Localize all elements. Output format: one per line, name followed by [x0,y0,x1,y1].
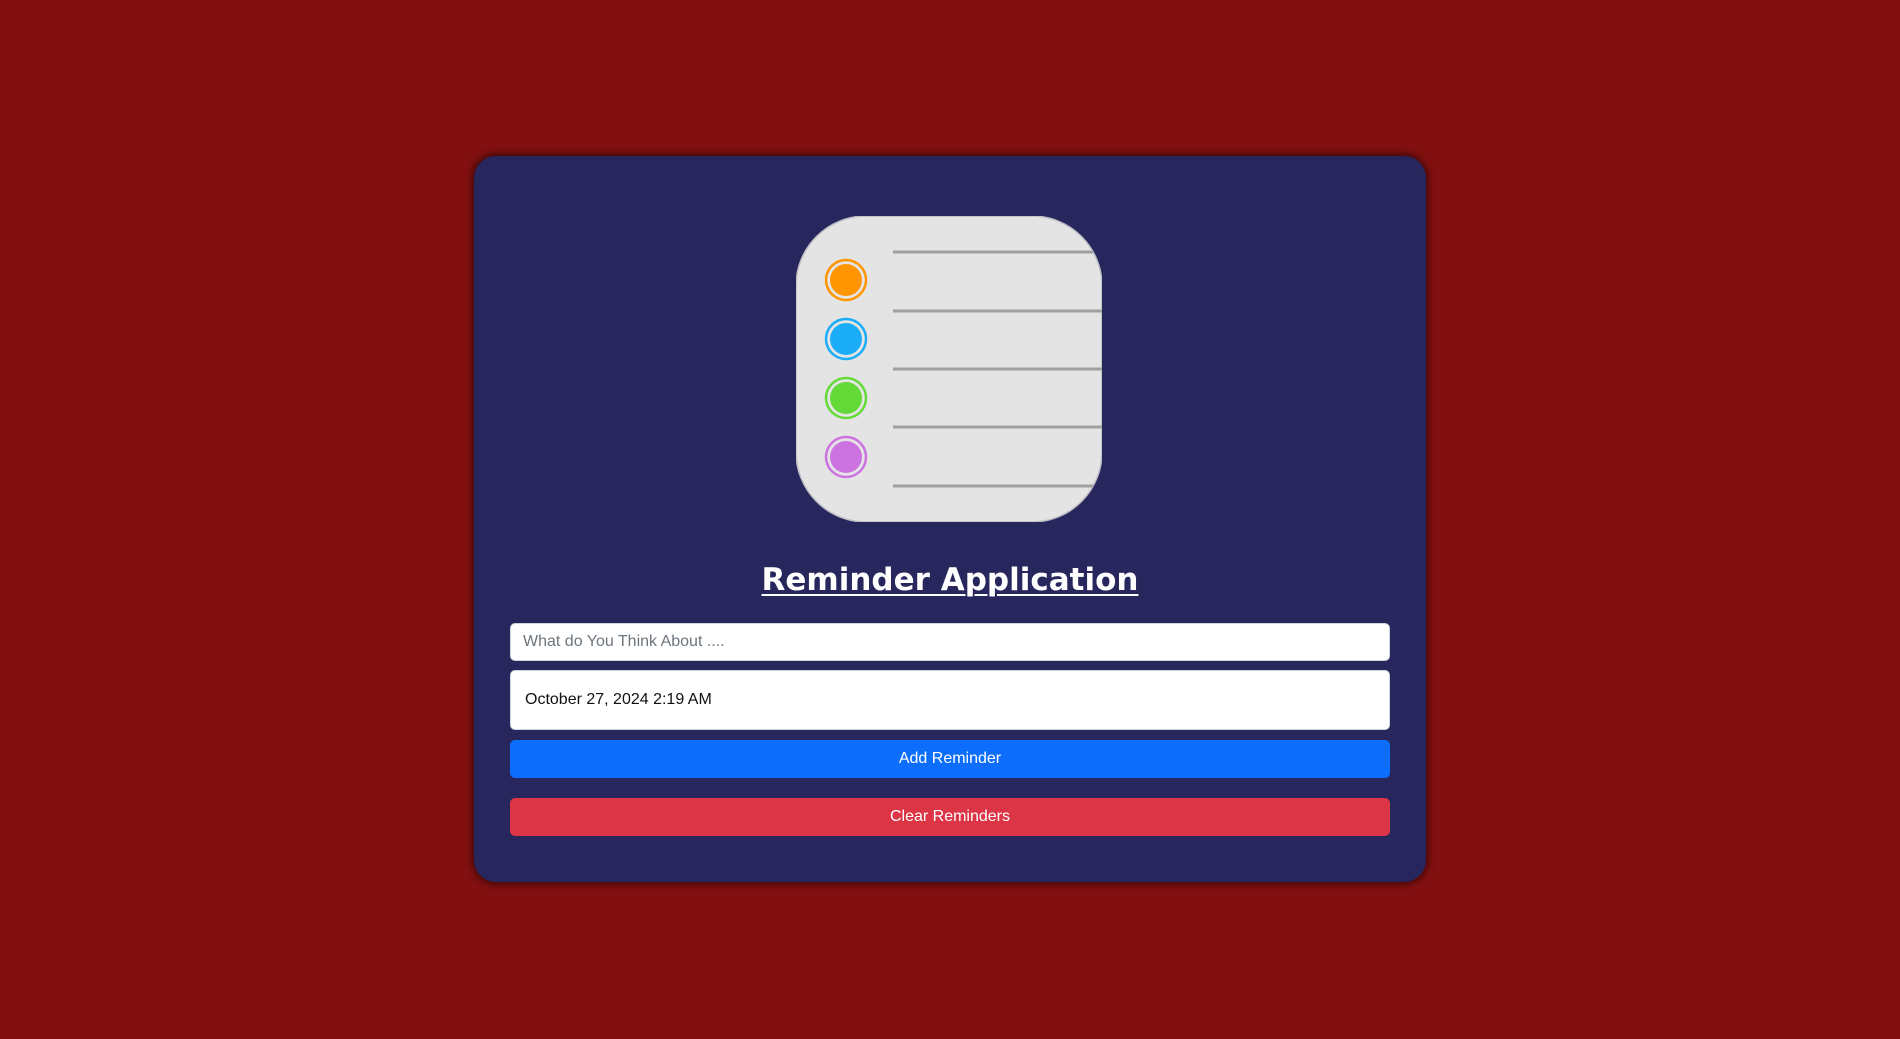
add-reminder-button[interactable]: Add Reminder [510,740,1390,778]
blue-dot [830,323,862,355]
page-title: Reminder Application [761,562,1139,598]
reminders-list-icon [796,216,1102,522]
reminder-date-field[interactable]: October 27, 2024 2:19 AM [510,670,1390,730]
purple-dot [830,441,862,473]
reminder-card: Reminder Application October 27, 2024 2:… [474,156,1426,882]
clear-reminders-button[interactable]: Clear Reminders [510,798,1390,836]
green-dot [830,382,862,414]
orange-dot [830,264,862,296]
reminder-text-input[interactable] [510,623,1390,661]
reminder-date-value: October 27, 2024 2:19 AM [525,691,712,708]
